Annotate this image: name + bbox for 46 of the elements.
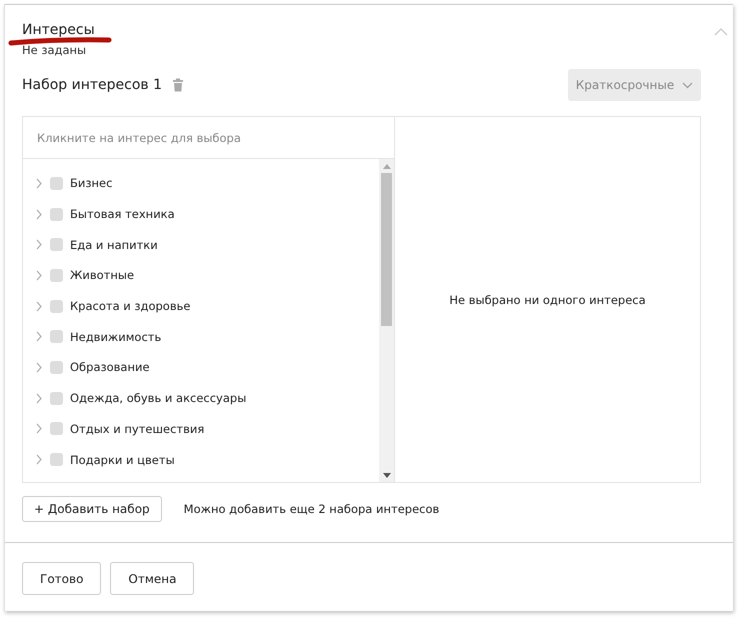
expand-chevron-icon[interactable] [35, 178, 43, 189]
expand-chevron-icon[interactable] [35, 270, 43, 281]
search-field[interactable]: Кликните на интерес для выбора [23, 117, 394, 159]
chevron-down-icon [682, 82, 694, 88]
expand-chevron-icon[interactable] [35, 423, 43, 434]
checkbox[interactable] [50, 330, 63, 344]
checkbox[interactable] [50, 300, 63, 313]
interest-item[interactable]: Одежда, обувь и аксессуары [23, 382, 379, 414]
checkbox[interactable] [50, 453, 63, 466]
set-title: Набор интересов 1 [22, 77, 162, 93]
expand-chevron-icon[interactable] [35, 331, 43, 342]
expand-chevron-icon[interactable] [35, 239, 43, 250]
checkbox[interactable] [50, 422, 63, 436]
section-value: Не заданы [22, 43, 86, 57]
expand-chevron-icon[interactable] [35, 300, 43, 312]
interest-item[interactable]: Бытовая техника [23, 198, 379, 230]
checkbox[interactable] [50, 268, 63, 282]
interest-item[interactable]: Подарки и цветы [23, 444, 379, 475]
add-set-button[interactable]: + Добавить набор [22, 496, 162, 522]
checkbox[interactable] [50, 238, 63, 252]
footer-button[interactable]: Готово [22, 562, 102, 595]
scroll-up-icon[interactable] [382, 164, 390, 169]
interest-item[interactable]: Образование [23, 352, 379, 383]
checkbox[interactable] [50, 360, 63, 374]
checkbox[interactable] [50, 176, 63, 190]
interest-item[interactable]: Красота и здоровье [23, 290, 379, 322]
interest-item[interactable]: Животные [23, 260, 379, 291]
interest-item[interactable]: Еда и напитки [23, 229, 379, 260]
scroll-down-icon[interactable] [382, 473, 390, 478]
trash-icon[interactable] [172, 78, 184, 92]
scrollbar[interactable] [379, 159, 394, 482]
checkbox[interactable] [50, 392, 63, 405]
expand-chevron-icon[interactable] [35, 454, 43, 466]
footer-button[interactable]: Отмена [110, 562, 194, 595]
checkbox[interactable] [50, 208, 63, 221]
add-set-note: Можно добавить еще 2 набора интересов [184, 502, 440, 516]
interest-item[interactable]: Недвижимость [23, 321, 379, 352]
empty-message: Не выбрано ни одного интереса [449, 292, 646, 306]
expand-chevron-icon[interactable] [35, 392, 43, 404]
expand-chevron-icon[interactable] [35, 362, 43, 373]
section-title: Интересы [22, 21, 95, 39]
scrollbar-thumb[interactable] [381, 173, 392, 326]
expand-chevron-icon[interactable] [35, 208, 43, 220]
collapse-icon[interactable] [714, 27, 728, 37]
interest-item[interactable]: Отдых и путешествия [23, 414, 379, 444]
interest-item[interactable]: Бизнес [23, 168, 379, 199]
